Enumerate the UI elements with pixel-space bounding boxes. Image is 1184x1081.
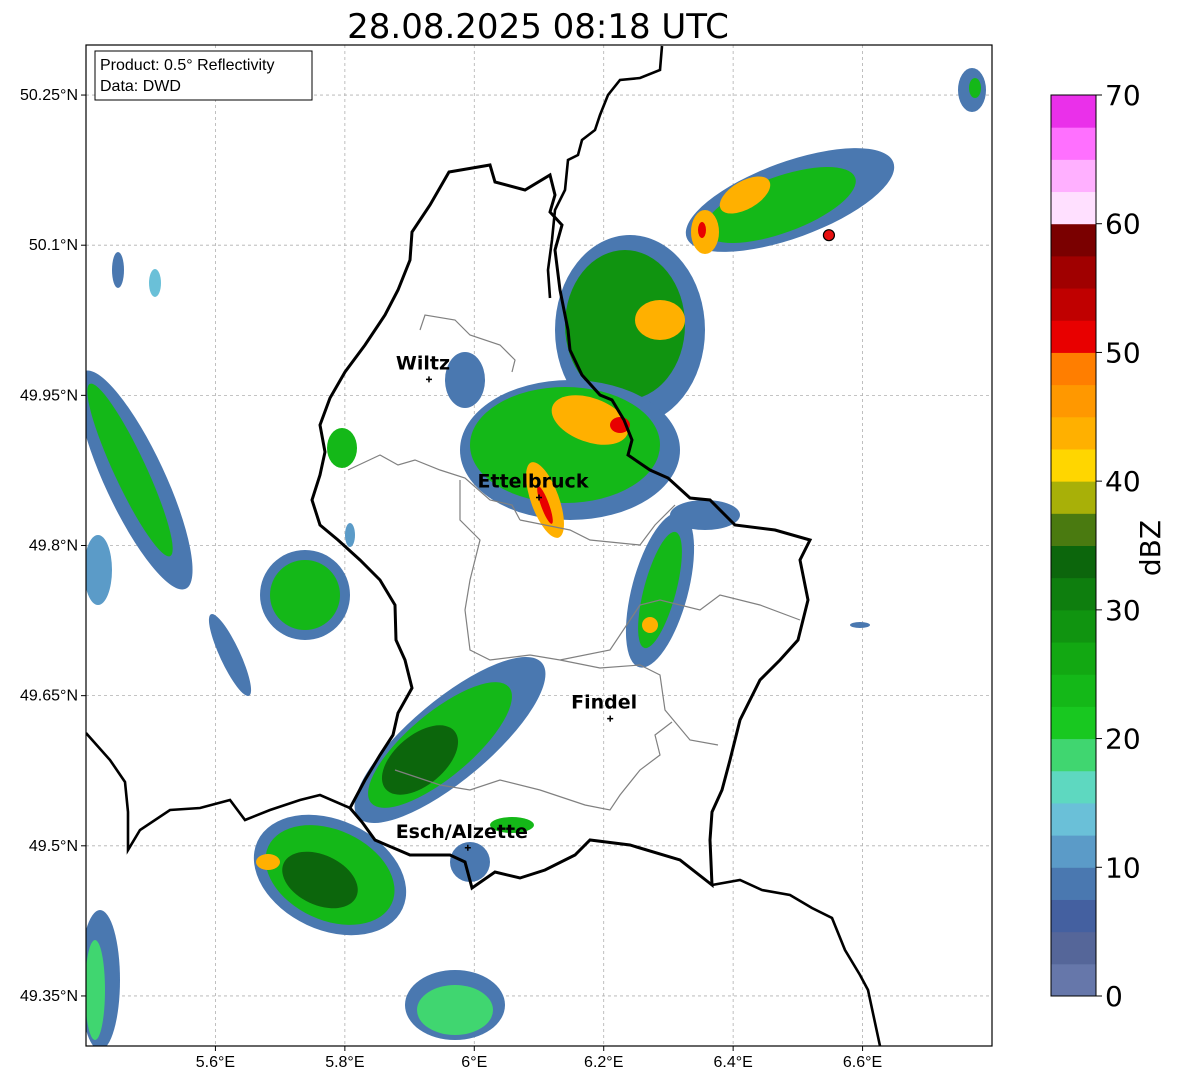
- lon-tick-label: 5.6°E: [196, 1054, 235, 1071]
- lat-tick-label: 49.35°N: [20, 988, 78, 1005]
- echo-cell: [642, 617, 658, 633]
- echo-cell: [270, 560, 340, 630]
- colorbar-segment: [1051, 609, 1096, 643]
- info-data-source: Data: DWD: [100, 78, 181, 95]
- colorbar-segment: [1051, 255, 1096, 289]
- lon-tick-label: 6°E: [461, 1054, 487, 1071]
- echo-cell: [445, 352, 485, 408]
- colorbar-segment: [1051, 127, 1096, 160]
- colorbar-tick-label: 20: [1105, 723, 1141, 756]
- city-label: Ettelbruck: [478, 470, 589, 492]
- colorbar-segment: [1051, 867, 1096, 900]
- lat-tick-label: 49.65°N: [20, 688, 78, 705]
- echo-cell: [670, 500, 740, 530]
- city-label: Wiltz: [396, 352, 450, 374]
- echo-cell: [635, 300, 685, 340]
- lat-tick-label: 49.8°N: [29, 538, 78, 555]
- colorbar-segment: [1051, 448, 1096, 482]
- colorbar-tick-label: 50: [1105, 336, 1141, 369]
- lat-tick-label: 49.5°N: [29, 838, 78, 855]
- colorbar-segment: [1051, 481, 1096, 514]
- map-title: 28.08.2025 08:18 UTC: [347, 7, 729, 47]
- lon-tick-label: 6.6°E: [843, 1054, 882, 1071]
- colorbar-segment: [1051, 899, 1096, 933]
- colorbar-segment: [1051, 416, 1096, 450]
- colorbar-segment: [1051, 191, 1096, 225]
- colorbar-segment: [1051, 835, 1096, 868]
- radar-site-marker: [822, 229, 836, 242]
- echo-cell: [86, 940, 105, 1040]
- lat-tick-label: 49.95°N: [20, 387, 78, 404]
- echo-cell: [256, 854, 280, 870]
- lon-tick-label: 6.2°E: [584, 1054, 623, 1071]
- echo-cell: [850, 622, 870, 628]
- colorbar-segment: [1051, 770, 1096, 804]
- colorbar-segment: [1051, 642, 1096, 675]
- colorbar-segment: [1051, 320, 1096, 353]
- colorbar-segment: [1051, 545, 1096, 579]
- colorbar-segment: [1051, 352, 1096, 386]
- colorbar-segment: [1051, 706, 1096, 740]
- colorbar-segment: [1051, 159, 1096, 193]
- colorbar-tick-label: 10: [1105, 851, 1141, 884]
- info-product: Product: 0.5° Reflectivity: [100, 57, 274, 74]
- radar-map-figure: 28.08.2025 08:18 UTC WiltzEttelbruckFind…: [20, 7, 1167, 1071]
- city-label: Findel: [571, 692, 637, 714]
- colorbar-segment: [1051, 802, 1096, 836]
- colorbar-segment: [1051, 738, 1096, 772]
- colorbar-tick-label: 70: [1105, 79, 1141, 112]
- echo-cell: [345, 523, 355, 547]
- echo-cell: [86, 535, 112, 605]
- colorbar-tick-label: 60: [1105, 208, 1141, 241]
- echo-cell: [327, 428, 357, 468]
- colorbar: 0 10 20 30 40 50 60 70: [1050, 79, 1141, 1013]
- colorbar-segment: [1051, 577, 1096, 611]
- colorbar-segment: [1051, 384, 1096, 418]
- echo-cell: [698, 222, 706, 238]
- echo-cell: [417, 985, 493, 1035]
- colorbar-segment: [1051, 513, 1096, 546]
- lon-tick-label: 5.8°E: [325, 1054, 364, 1071]
- colorbar-segment: [1051, 931, 1096, 965]
- lat-tick-label: 50.1°N: [29, 237, 78, 254]
- city-label: Esch/Alzette: [396, 821, 528, 843]
- colorbar-segment: [1051, 963, 1096, 997]
- echo-cell: [112, 252, 124, 288]
- colorbar-label: dBZ: [1134, 520, 1167, 576]
- lat-tick-label: 50.25°N: [20, 87, 78, 104]
- echo-cell: [969, 78, 981, 98]
- info-box: Product: 0.5° Reflectivity Data: DWD: [94, 50, 313, 101]
- colorbar-segment: [1051, 674, 1096, 707]
- colorbar-segment: [1051, 95, 1096, 128]
- colorbar-tick-label: 30: [1105, 594, 1141, 627]
- colorbar-segment: [1051, 223, 1096, 257]
- echo-cell: [149, 269, 161, 297]
- lon-tick-label: 6.4°E: [713, 1054, 752, 1071]
- colorbar-tick-label: 0: [1105, 980, 1123, 1013]
- colorbar-tick-label: 40: [1105, 465, 1141, 498]
- colorbar-segment: [1051, 288, 1096, 321]
